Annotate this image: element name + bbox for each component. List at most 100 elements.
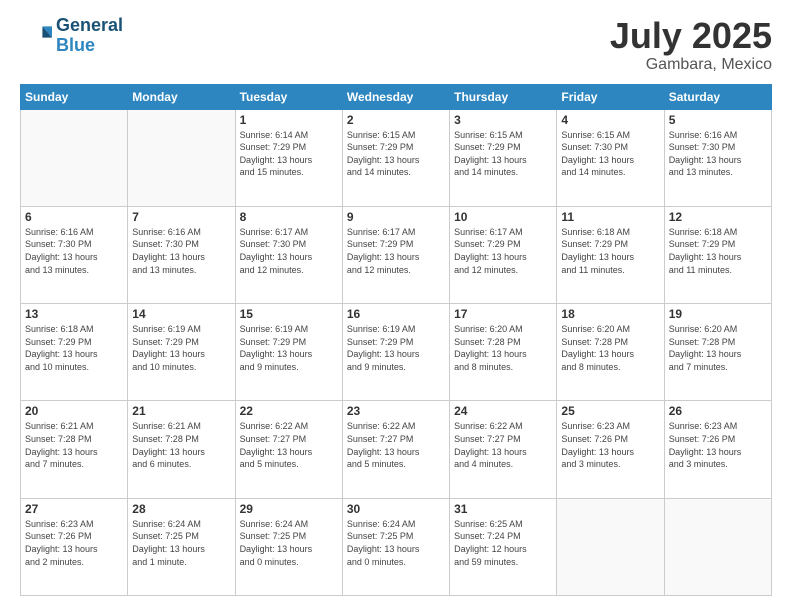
day-info: Sunrise: 6:21 AM Sunset: 7:28 PM Dayligh…: [132, 420, 230, 470]
page: General Blue July 2025 Gambara, Mexico S…: [0, 0, 792, 612]
calendar-cell: 29 Sunrise: 6:24 AM Sunset: 7:25 PM Dayli…: [235, 498, 342, 595]
calendar-cell: 30 Sunrise: 6:24 AM Sunset: 7:25 PM Dayli…: [342, 498, 449, 595]
calendar-cell: 7 Sunrise: 6:16 AM Sunset: 7:30 PM Daylig…: [128, 206, 235, 303]
day-info: Sunrise: 6:16 AM Sunset: 7:30 PM Dayligh…: [669, 129, 767, 179]
day-info: Sunrise: 6:20 AM Sunset: 7:28 PM Dayligh…: [669, 323, 767, 373]
day-number: 21: [132, 404, 230, 418]
day-number: 18: [561, 307, 659, 321]
calendar-cell: 22 Sunrise: 6:22 AM Sunset: 7:27 PM Dayli…: [235, 401, 342, 498]
day-number: 8: [240, 210, 338, 224]
calendar-weekday-header: Tuesday: [235, 84, 342, 109]
calendar-cell: 19 Sunrise: 6:20 AM Sunset: 7:28 PM Dayli…: [664, 304, 771, 401]
day-number: 15: [240, 307, 338, 321]
logo-line1: General: [56, 16, 123, 36]
calendar-cell: 2 Sunrise: 6:15 AM Sunset: 7:29 PM Daylig…: [342, 109, 449, 206]
calendar-cell: 9 Sunrise: 6:17 AM Sunset: 7:29 PM Daylig…: [342, 206, 449, 303]
day-number: 11: [561, 210, 659, 224]
day-info: Sunrise: 6:23 AM Sunset: 7:26 PM Dayligh…: [669, 420, 767, 470]
day-info: Sunrise: 6:18 AM Sunset: 7:29 PM Dayligh…: [561, 226, 659, 276]
calendar-table: SundayMondayTuesdayWednesdayThursdayFrid…: [20, 84, 772, 596]
calendar-week-row: 1 Sunrise: 6:14 AM Sunset: 7:29 PM Daylig…: [21, 109, 772, 206]
day-number: 3: [454, 113, 552, 127]
day-number: 31: [454, 502, 552, 516]
calendar-cell: 8Sunrise: 6:17 AM Sunset: 7:30 PM Daylig…: [235, 206, 342, 303]
calendar-cell: 15 Sunrise: 6:19 AM Sunset: 7:29 PM Dayli…: [235, 304, 342, 401]
logo-line2: Blue: [56, 36, 123, 56]
day-number: 27: [25, 502, 123, 516]
calendar-week-row: 6Sunrise: 6:16 AM Sunset: 7:30 PM Daylig…: [21, 206, 772, 303]
day-info: Sunrise: 6:17 AM Sunset: 7:29 PM Dayligh…: [347, 226, 445, 276]
day-info: Sunrise: 6:15 AM Sunset: 7:29 PM Dayligh…: [347, 129, 445, 179]
calendar-week-row: 13 Sunrise: 6:18 AM Sunset: 7:29 PM Dayli…: [21, 304, 772, 401]
calendar-cell: 5 Sunrise: 6:16 AM Sunset: 7:30 PM Daylig…: [664, 109, 771, 206]
day-number: 29: [240, 502, 338, 516]
calendar-cell: 4Sunrise: 6:15 AM Sunset: 7:30 PM Daylig…: [557, 109, 664, 206]
day-info: Sunrise: 6:21 AM Sunset: 7:28 PM Dayligh…: [25, 420, 123, 470]
calendar-cell: 17 Sunrise: 6:20 AM Sunset: 7:28 PM Dayli…: [450, 304, 557, 401]
day-info: Sunrise: 6:22 AM Sunset: 7:27 PM Dayligh…: [454, 420, 552, 470]
day-info: Sunrise: 6:18 AM Sunset: 7:29 PM Dayligh…: [669, 226, 767, 276]
calendar-weekday-header: Monday: [128, 84, 235, 109]
day-info: Sunrise: 6:22 AM Sunset: 7:27 PM Dayligh…: [347, 420, 445, 470]
day-info: Sunrise: 6:20 AM Sunset: 7:28 PM Dayligh…: [561, 323, 659, 373]
day-number: 13: [25, 307, 123, 321]
calendar-weekday-header: Saturday: [664, 84, 771, 109]
calendar-cell: 14Sunrise: 6:19 AM Sunset: 7:29 PM Dayli…: [128, 304, 235, 401]
calendar-cell: 12Sunrise: 6:18 AM Sunset: 7:29 PM Dayli…: [664, 206, 771, 303]
calendar-cell: [128, 109, 235, 206]
calendar-cell: 16Sunrise: 6:19 AM Sunset: 7:29 PM Dayli…: [342, 304, 449, 401]
day-number: 20: [25, 404, 123, 418]
day-number: 26: [669, 404, 767, 418]
day-info: Sunrise: 6:15 AM Sunset: 7:30 PM Dayligh…: [561, 129, 659, 179]
day-number: 7: [132, 210, 230, 224]
logo: General Blue: [20, 16, 123, 56]
day-info: Sunrise: 6:14 AM Sunset: 7:29 PM Dayligh…: [240, 129, 338, 179]
calendar-cell: 3Sunrise: 6:15 AM Sunset: 7:29 PM Daylig…: [450, 109, 557, 206]
day-info: Sunrise: 6:25 AM Sunset: 7:24 PM Dayligh…: [454, 518, 552, 568]
day-number: 10: [454, 210, 552, 224]
day-info: Sunrise: 6:20 AM Sunset: 7:28 PM Dayligh…: [454, 323, 552, 373]
day-info: Sunrise: 6:24 AM Sunset: 7:25 PM Dayligh…: [347, 518, 445, 568]
day-info: Sunrise: 6:24 AM Sunset: 7:25 PM Dayligh…: [240, 518, 338, 568]
calendar-cell: [664, 498, 771, 595]
day-number: 2: [347, 113, 445, 127]
calendar-cell: 21 Sunrise: 6:21 AM Sunset: 7:28 PM Dayli…: [128, 401, 235, 498]
calendar-cell: 23 Sunrise: 6:22 AM Sunset: 7:27 PM Dayli…: [342, 401, 449, 498]
day-info: Sunrise: 6:17 AM Sunset: 7:29 PM Dayligh…: [454, 226, 552, 276]
location: Gambara, Mexico: [610, 56, 772, 74]
day-number: 5: [669, 113, 767, 127]
day-info: Sunrise: 6:16 AM Sunset: 7:30 PM Dayligh…: [132, 226, 230, 276]
day-number: 14: [132, 307, 230, 321]
month-title: July 2025: [610, 16, 772, 56]
day-number: 1: [240, 113, 338, 127]
calendar-weekday-header: Thursday: [450, 84, 557, 109]
day-info: Sunrise: 6:22 AM Sunset: 7:27 PM Dayligh…: [240, 420, 338, 470]
header: General Blue July 2025 Gambara, Mexico: [20, 16, 772, 74]
calendar-cell: 13 Sunrise: 6:18 AM Sunset: 7:29 PM Dayli…: [21, 304, 128, 401]
calendar-header-row: SundayMondayTuesdayWednesdayThursdayFrid…: [21, 84, 772, 109]
logo-text: General Blue: [56, 16, 123, 56]
calendar-week-row: 20 Sunrise: 6:21 AM Sunset: 7:28 PM Dayli…: [21, 401, 772, 498]
day-number: 22: [240, 404, 338, 418]
calendar-cell: 6Sunrise: 6:16 AM Sunset: 7:30 PM Daylig…: [21, 206, 128, 303]
calendar-cell: 24 Sunrise: 6:22 AM Sunset: 7:27 PM Dayli…: [450, 401, 557, 498]
calendar-cell: 27 Sunrise: 6:23 AM Sunset: 7:26 PM Dayli…: [21, 498, 128, 595]
day-number: 9: [347, 210, 445, 224]
calendar-cell: [21, 109, 128, 206]
calendar-cell: 26 Sunrise: 6:23 AM Sunset: 7:26 PM Dayli…: [664, 401, 771, 498]
calendar-cell: 25Sunrise: 6:23 AM Sunset: 7:26 PM Dayli…: [557, 401, 664, 498]
title-block: July 2025 Gambara, Mexico: [610, 16, 772, 74]
day-number: 23: [347, 404, 445, 418]
calendar-cell: 10 Sunrise: 6:17 AM Sunset: 7:29 PM Dayli…: [450, 206, 557, 303]
day-number: 17: [454, 307, 552, 321]
calendar-cell: 20 Sunrise: 6:21 AM Sunset: 7:28 PM Dayli…: [21, 401, 128, 498]
day-number: 30: [347, 502, 445, 516]
calendar-weekday-header: Sunday: [21, 84, 128, 109]
day-info: Sunrise: 6:18 AM Sunset: 7:29 PM Dayligh…: [25, 323, 123, 373]
day-number: 24: [454, 404, 552, 418]
day-number: 25: [561, 404, 659, 418]
day-info: Sunrise: 6:19 AM Sunset: 7:29 PM Dayligh…: [240, 323, 338, 373]
day-number: 19: [669, 307, 767, 321]
day-info: Sunrise: 6:23 AM Sunset: 7:26 PM Dayligh…: [25, 518, 123, 568]
calendar-cell: 18 Sunrise: 6:20 AM Sunset: 7:28 PM Dayli…: [557, 304, 664, 401]
